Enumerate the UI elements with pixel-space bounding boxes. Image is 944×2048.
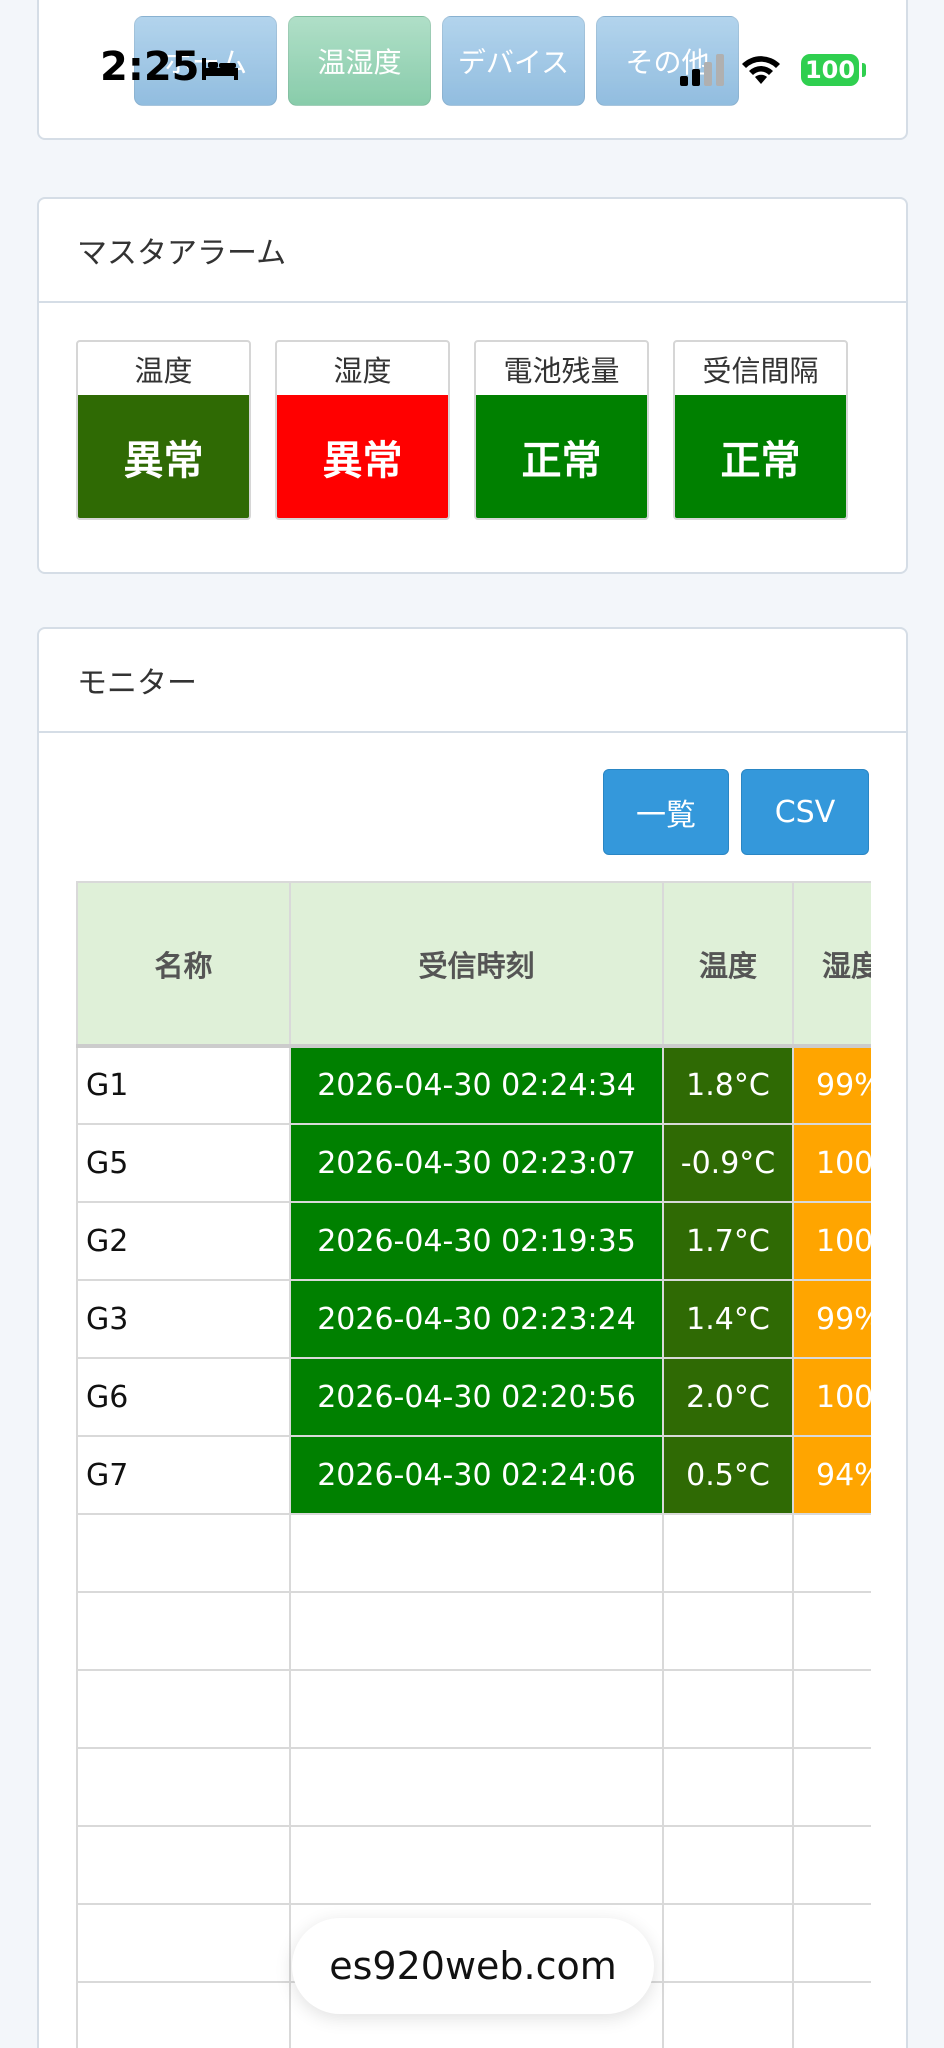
empty-cell (289, 1669, 664, 1749)
cell-temperature: 2.0°C (662, 1357, 794, 1437)
cell-receive-time: 2026-04-30 02:23:24 (289, 1279, 664, 1359)
empty-cell (792, 1747, 871, 1827)
alarm-grid: 温度 異常 湿度 異常 電池残量 正常 受信間隔 正常 (76, 340, 848, 520)
column-header-humidity[interactable]: 湿度 (792, 881, 871, 1047)
table-row[interactable]: G12026-04-30 02:24:341.8°C99% (76, 1045, 871, 1125)
cell-humidity: 100% (792, 1123, 871, 1203)
cell-humidity: 94% (792, 1435, 871, 1515)
empty-cell (76, 1591, 291, 1671)
list-button[interactable]: 一覧 (603, 769, 729, 855)
cell-receive-time: 2026-04-30 02:24:06 (289, 1435, 664, 1515)
column-header-temperature[interactable]: 温度 (662, 881, 794, 1047)
empty-cell (289, 1513, 664, 1593)
empty-table-row (76, 1825, 871, 1905)
table-header-row: 名称 受信時刻 温度 湿度 (76, 881, 871, 1047)
cell-receive-time: 2026-04-30 02:20:56 (289, 1357, 664, 1437)
alarm-status: 異常 (277, 395, 448, 518)
column-header-time[interactable]: 受信時刻 (289, 881, 664, 1047)
empty-table-row (76, 1669, 871, 1749)
empty-cell (289, 1591, 664, 1671)
table-body: G12026-04-30 02:24:341.8°C99%G52026-04-3… (76, 1045, 871, 2048)
empty-cell (76, 1981, 291, 2048)
tab-devices[interactable]: デバイス (442, 16, 585, 106)
cell-temperature: -0.9°C (662, 1123, 794, 1203)
cell-name: G3 (76, 1279, 291, 1359)
empty-cell (662, 1903, 794, 1983)
empty-cell (76, 1513, 291, 1593)
url-bar[interactable]: es920web.com (292, 1918, 654, 2014)
monitor-table-scroll[interactable]: 名称 受信時刻 温度 湿度 G1 2026-04-30 02:24:34 1.8°C… (76, 881, 871, 2048)
alarm-label: 湿度 (333, 353, 392, 388)
cell-temperature: 1.8°C (662, 1045, 794, 1125)
bed-icon (202, 58, 238, 80)
master-alarm-title: マスタアラーム (39, 199, 906, 303)
cell-temperature: 1.4°C (662, 1279, 794, 1359)
cell-name: G1 (76, 1045, 291, 1125)
empty-table-row (76, 1591, 871, 1671)
cell-humidity: 99% (792, 1279, 871, 1359)
status-time: 2:25 (100, 44, 200, 90)
empty-cell (792, 1981, 871, 2048)
alarm-temperature: 温度 異常 (76, 340, 251, 520)
alarm-label: 電池残量 (503, 353, 620, 388)
empty-cell (76, 1747, 291, 1827)
table-row[interactable]: G72026-04-30 02:24:060.5°C94% (76, 1435, 871, 1515)
empty-cell (76, 1903, 291, 1983)
page: ホーム 温湿度 デバイス その他 2:25 100 (0, 0, 944, 2048)
empty-cell (792, 1591, 871, 1671)
cell-humidity: 100% (792, 1357, 871, 1437)
cell-name: G7 (76, 1435, 291, 1515)
alarm-humidity: 湿度 異常 (275, 340, 450, 520)
empty-cell (662, 1591, 794, 1671)
empty-cell (662, 1981, 794, 2048)
empty-cell (662, 1825, 794, 1905)
empty-cell (662, 1513, 794, 1593)
column-header-name[interactable]: 名称 (76, 881, 291, 1047)
empty-cell (792, 1513, 871, 1593)
cell-receive-time: 2026-04-30 02:24:34 (289, 1045, 664, 1125)
alarm-receive-interval: 受信間隔 正常 (673, 340, 848, 520)
alarm-label: 受信間隔 (702, 353, 819, 388)
table-row[interactable]: G32026-04-30 02:23:241.4°C99% (76, 1279, 871, 1359)
battery-indicator: 100 (801, 54, 859, 86)
monitor-title: モニター (39, 629, 906, 733)
monitor-card: モニター 一覧 CSV 名称 受信時刻 温度 湿度 G1 2026-04-30 0… (37, 627, 908, 2048)
cell-humidity: 100% (792, 1201, 871, 1281)
empty-cell (76, 1825, 291, 1905)
cell-receive-time: 2026-04-30 02:23:07 (289, 1123, 664, 1203)
table-row[interactable]: G52026-04-30 02:23:07-0.9°C100% (76, 1123, 871, 1203)
wifi-icon (742, 56, 780, 84)
table-row[interactable]: G62026-04-30 02:20:562.0°C100% (76, 1357, 871, 1437)
empty-table-row (76, 1513, 871, 1593)
alarm-status: 正常 (476, 395, 647, 518)
alarm-label: 温度 (134, 353, 193, 388)
master-alarm-card: マスタアラーム 温度 異常 湿度 異常 電池残量 正常 受信間隔 正常 (37, 197, 908, 574)
empty-cell (662, 1669, 794, 1749)
tab-temp-humidity[interactable]: 温湿度 (288, 16, 431, 106)
cell-temperature: 0.5°C (662, 1435, 794, 1515)
empty-cell (289, 1747, 664, 1827)
empty-cell (792, 1903, 871, 1983)
empty-cell (289, 1825, 664, 1905)
table-row[interactable]: G22026-04-30 02:19:351.7°C100% (76, 1201, 871, 1281)
cell-name: G2 (76, 1201, 291, 1281)
monitor-actions: 一覧 CSV (603, 769, 869, 855)
cell-receive-time: 2026-04-30 02:19:35 (289, 1201, 664, 1281)
empty-table-row (76, 1747, 871, 1827)
alarm-battery: 電池残量 正常 (474, 340, 649, 520)
cell-name: G6 (76, 1357, 291, 1437)
csv-button[interactable]: CSV (741, 769, 869, 855)
alarm-status: 正常 (675, 395, 846, 518)
signal-icon (680, 54, 724, 86)
empty-cell (792, 1669, 871, 1749)
empty-cell (662, 1747, 794, 1827)
cell-temperature: 1.7°C (662, 1201, 794, 1281)
empty-cell (76, 1669, 291, 1749)
alarm-status: 異常 (78, 395, 249, 518)
monitor-table: 名称 受信時刻 温度 湿度 G1 2026-04-30 02:24:34 1.8°C… (76, 881, 871, 2048)
empty-cell (792, 1825, 871, 1905)
cell-name: G5 (76, 1123, 291, 1203)
cell-humidity: 99% (792, 1045, 871, 1125)
